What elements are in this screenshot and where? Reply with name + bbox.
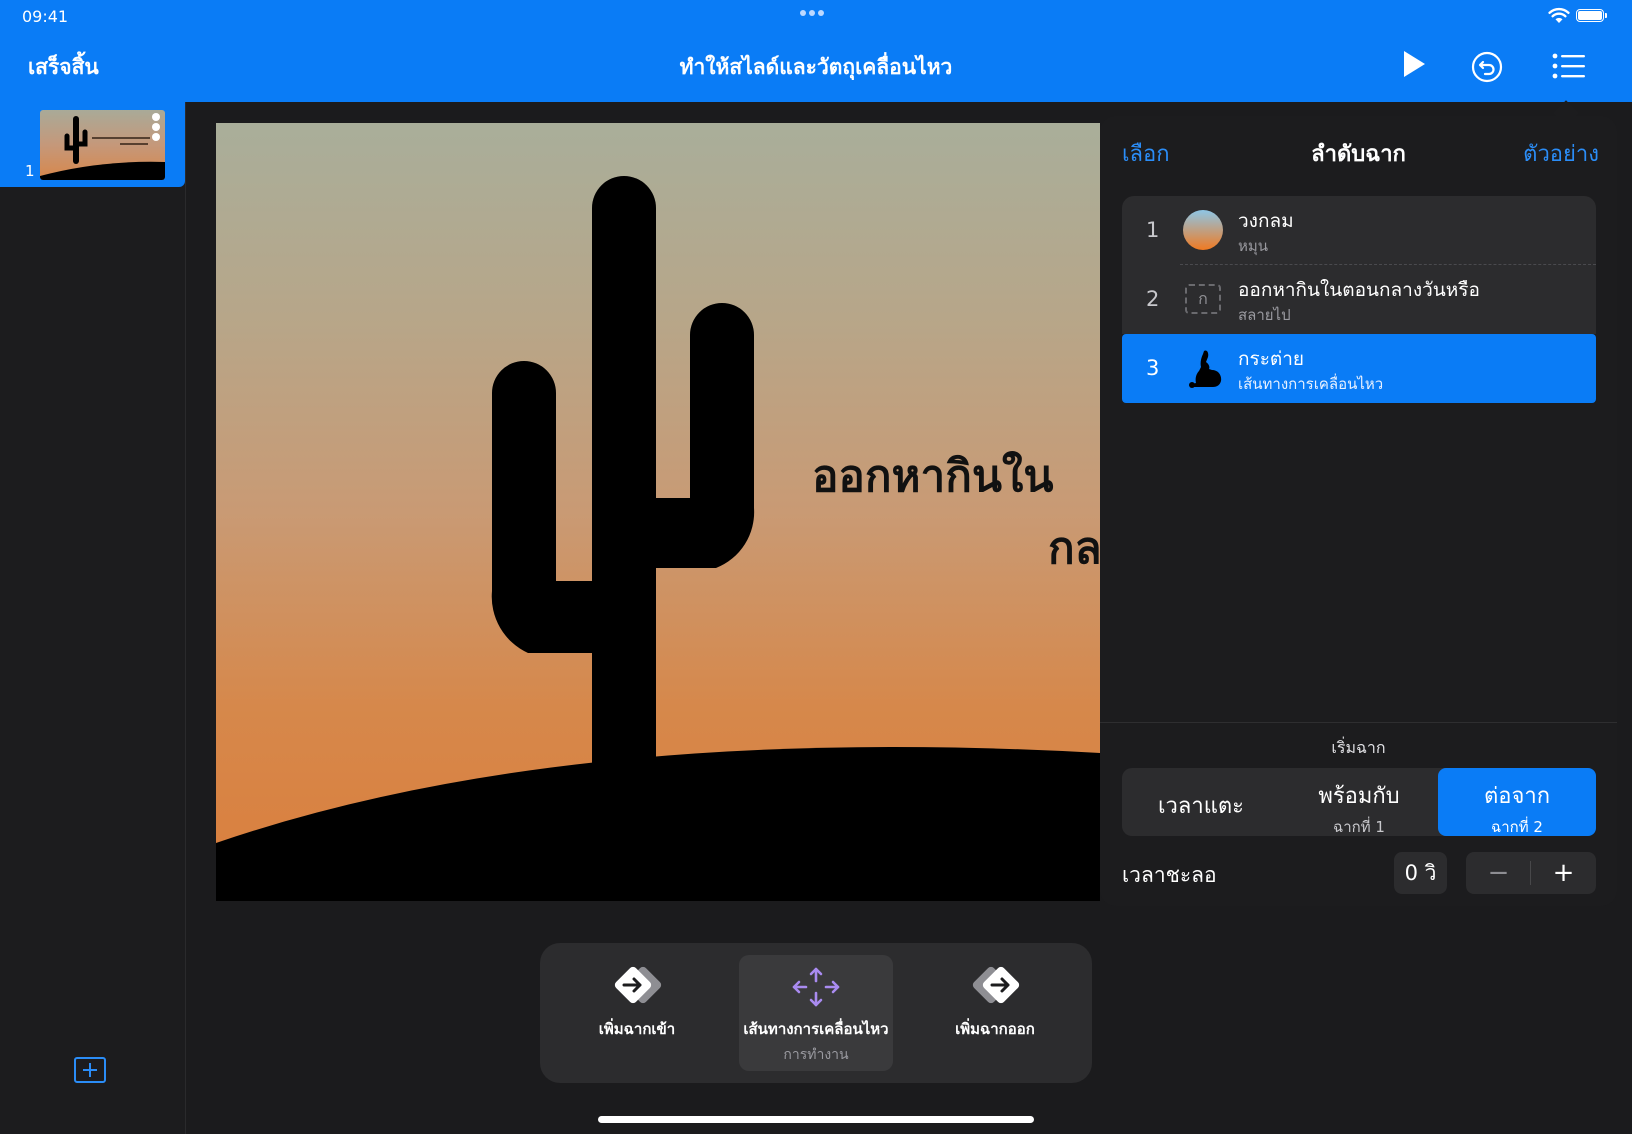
tool-label: เพิ่มฉากออก <box>955 1020 1035 1038</box>
text-box-object-icon: ก <box>1185 284 1221 314</box>
slide-canvas[interactable]: ออกหากินใน กล <box>216 123 1100 901</box>
animation-toolbar: เพิ่มฉากเข้า เส้นทางการเคลื่อนไหว การทำง… <box>540 943 1092 1083</box>
slide-thumbnail[interactable] <box>40 110 165 180</box>
option-label: พร้อมกับ <box>1318 784 1400 809</box>
slide-thumbnail-item[interactable]: 1 <box>0 102 185 187</box>
build-number: 3 <box>1146 356 1160 380</box>
start-on-tap-option[interactable]: เวลาแตะ <box>1122 768 1280 836</box>
build-object-name: กระต่าย <box>1238 348 1305 370</box>
build-order-popover: เลือก ลำดับฉาก ตัวอย่าง 1 วงกลม หมุน 2 ก… <box>1100 116 1617 906</box>
thumbnail-art <box>40 113 165 180</box>
top-bar: 09:41 เสร็จสิ้น ทำให้สไลด์และวัตถุเคลื่อ… <box>0 0 1632 102</box>
multitasking-dots-icon[interactable] <box>800 10 824 16</box>
build-out-icon <box>972 966 1020 1004</box>
build-effect: เส้นทางการเคลื่อนไหว <box>1238 375 1384 393</box>
build-object-name: วงกลม <box>1238 210 1294 232</box>
build-row[interactable]: 1 วงกลม หมุน <box>1122 196 1596 265</box>
build-number: 1 <box>1146 218 1160 242</box>
animate-list-icon[interactable] <box>1552 53 1586 79</box>
build-row-selected[interactable]: 3 กระต่าย เส้นทางการเคลื่อนไหว <box>1122 334 1596 403</box>
motion-path-icon <box>792 967 840 1007</box>
add-build-in-button[interactable]: เพิ่มฉากเข้า <box>560 955 714 1071</box>
start-after-build-option[interactable]: ต่อจาก ฉากที่ 2 <box>1438 768 1596 836</box>
rabbit-icon <box>1189 350 1222 388</box>
slide-number: 1 <box>25 162 35 180</box>
delay-value-field[interactable]: 0 วิ <box>1394 852 1447 894</box>
section-divider <box>1100 722 1617 723</box>
document-title: ทำให้สไลด์และวัตถุเคลื่อนไหว <box>679 55 953 79</box>
preview-button[interactable]: ตัวอย่าง <box>1523 136 1599 171</box>
status-time: 09:41 <box>22 7 69 26</box>
start-build-label: เริ่มฉาก <box>1331 738 1386 757</box>
build-effect: สลายไป <box>1238 306 1291 324</box>
add-build-out-button[interactable]: เพิ่มฉากออก <box>918 955 1072 1071</box>
option-label: เวลาแตะ <box>1158 794 1244 819</box>
build-list: 1 วงกลม หมุน 2 ก ออกหากินในตอนกลางวันหรื… <box>1122 196 1596 403</box>
delay-stepper: − + <box>1466 852 1596 894</box>
slide-artwork <box>216 176 1100 901</box>
build-object-name: ออกหากินในตอนกลางวันหรือ <box>1238 279 1480 301</box>
play-icon[interactable] <box>1400 48 1428 80</box>
circle-object-icon <box>1183 210 1223 250</box>
battery-icon <box>1576 9 1607 22</box>
build-in-icon <box>614 966 662 1004</box>
undo-icon[interactable] <box>1471 51 1503 83</box>
slide-text-line1[interactable]: ออกหากินใน <box>812 441 1053 511</box>
add-action-button[interactable]: เส้นทางการเคลื่อนไหว การทำงาน <box>739 955 893 1071</box>
start-build-segmented-control: เวลาแตะ พร้อมกับ ฉากที่ 1 ต่อจาก ฉากที่ … <box>1122 768 1596 836</box>
build-number: 2 <box>1146 287 1160 311</box>
delay-label: เวลาชะลอ <box>1122 863 1217 887</box>
tool-label: เส้นทางการเคลื่อนไหว <box>743 1020 889 1038</box>
decrease-delay-button[interactable]: − <box>1466 852 1531 894</box>
home-indicator <box>598 1116 1034 1123</box>
add-slide-button[interactable] <box>74 1057 106 1083</box>
option-sublabel: ฉากที่ 1 <box>1333 818 1385 836</box>
tool-sublabel: การทำงาน <box>783 1047 849 1063</box>
start-with-build-option[interactable]: พร้อมกับ ฉากที่ 1 <box>1280 768 1438 836</box>
build-effect: หมุน <box>1238 237 1269 255</box>
option-sublabel: ฉากที่ 2 <box>1491 818 1543 836</box>
slide-text-line2[interactable]: กล <box>1048 513 1100 583</box>
build-row[interactable]: 2 ก ออกหากินในตอนกลางวันหรือ สลายไป <box>1122 265 1596 334</box>
wifi-icon <box>1548 7 1570 23</box>
increase-delay-button[interactable]: + <box>1531 852 1596 894</box>
slide-navigator: 1 <box>0 102 186 1134</box>
tool-label: เพิ่มฉากเข้า <box>598 1020 676 1038</box>
option-label: ต่อจาก <box>1483 784 1551 809</box>
